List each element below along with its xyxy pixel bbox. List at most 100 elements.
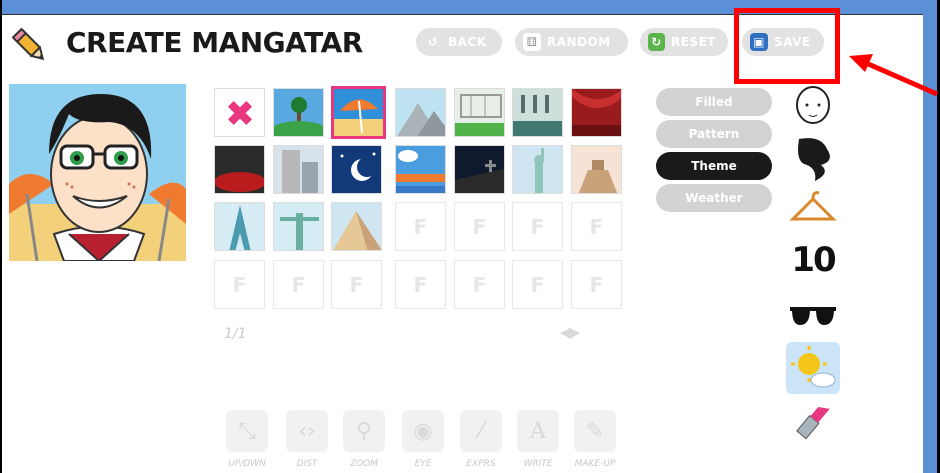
category-filled-label: Filled (695, 95, 733, 109)
theme-kitchen[interactable] (512, 88, 563, 137)
tree-hill-thumbnail (274, 89, 323, 136)
empty-slot-letter: F (232, 272, 247, 297)
theme-christ-redeemer[interactable] (273, 202, 324, 251)
category-weather-label: Weather (685, 191, 743, 205)
empty-slot: F (331, 260, 382, 309)
sunglasses-icon[interactable] (786, 296, 840, 336)
empty-slot-letter: F (349, 272, 364, 297)
avatar-preview (9, 84, 186, 261)
christ-redeemer-thumbnail (274, 203, 323, 250)
mountains-thumbnail (396, 89, 445, 136)
write-icon[interactable]: A (517, 410, 559, 452)
theme-none[interactable] (214, 88, 265, 137)
annotation-arrow-icon (849, 54, 938, 97)
reset-icon: ↻ (648, 33, 666, 51)
empty-slot: F (395, 202, 446, 251)
empty-slot-letter: F (413, 214, 428, 239)
theme-night[interactable] (331, 145, 382, 194)
empty-slot: F (454, 260, 505, 309)
empty-slot-letter: F (291, 272, 306, 297)
distance-icon[interactable]: ‹› (286, 410, 328, 452)
head-icon[interactable] (786, 82, 840, 128)
empty-slot: F (512, 202, 563, 251)
pyramid-thumbnail (332, 203, 381, 250)
empty-slot: F (571, 202, 622, 251)
tool-label-zoom: ZOOM (349, 459, 379, 469)
expression-icon[interactable]: ⁄ (460, 410, 502, 452)
clothes-hanger-icon[interactable] (786, 188, 840, 228)
empty-slot-letter: F (530, 214, 545, 239)
empty-slot: F (395, 260, 446, 309)
empty-slot: F (454, 202, 505, 251)
pencil-icon (11, 27, 45, 61)
random-label: RANDOM (547, 35, 611, 49)
save-highlight-box (734, 8, 840, 84)
tool-label-dist: DIST (296, 459, 318, 469)
theme-tree-hill[interactable] (273, 88, 324, 137)
theme-graveyard[interactable] (454, 145, 505, 194)
dark-room-thumbnail (215, 146, 264, 193)
kitchen-thumbnail (513, 89, 562, 136)
back-label: BACK (448, 35, 487, 49)
previous-page-icon[interactable]: ◂ (560, 320, 571, 345)
tool-label-makeup: MAKE-UP (574, 459, 616, 469)
theme-mountains[interactable] (395, 88, 446, 137)
empty-slot: F (214, 260, 265, 309)
category-pattern[interactable]: Pattern (656, 120, 772, 148)
statue-liberty-thumbnail (513, 146, 562, 193)
weather-background-icon[interactable] (786, 342, 840, 394)
empty-slot: F (571, 260, 622, 309)
resize-icon[interactable]: ⤡ (226, 410, 268, 452)
theme-theater[interactable] (571, 88, 622, 137)
sky-stripes-thumbnail (396, 146, 445, 193)
theme-pyramid-mayan[interactable] (571, 145, 622, 194)
next-page-icon[interactable]: ▸ (569, 320, 580, 345)
theme-statue-liberty[interactable] (512, 145, 563, 194)
eye-icon[interactable]: ◉ (402, 410, 444, 452)
back-button[interactable]: ↺ BACK (416, 28, 502, 56)
tool-label-write: WRITE (523, 459, 553, 469)
night-moon-thumbnail (332, 146, 381, 193)
number-10-icon[interactable]: 10 (786, 238, 840, 282)
city-buildings-thumbnail (274, 146, 323, 193)
category-filled[interactable]: Filled (656, 88, 772, 116)
empty-slot: F (512, 260, 563, 309)
theme-dark-red[interactable] (214, 145, 265, 194)
dice-icon: ⚅ (523, 33, 541, 51)
stadium-thumbnail (455, 89, 504, 136)
category-theme-label: Theme (691, 159, 737, 173)
makeup-icon[interactable]: ✎ (574, 410, 616, 452)
tool-label-exprs: EXPRS (466, 459, 496, 469)
tool-label-updown: UP/DWN (228, 459, 266, 469)
page-indicator: 1/1 (224, 326, 247, 342)
theme-eiffel-tower[interactable] (214, 202, 265, 251)
category-weather[interactable]: Weather (656, 184, 772, 212)
empty-slot-letter: F (589, 214, 604, 239)
graveyard-thumbnail (455, 146, 504, 193)
tool-label-eye: EYE (414, 459, 432, 469)
category-pattern-label: Pattern (688, 127, 740, 141)
empty-slot-letter: F (413, 272, 428, 297)
theme-stadium[interactable] (454, 88, 505, 137)
reset-button[interactable]: ↻ RESET (640, 28, 728, 56)
window-left-border (0, 0, 2, 473)
empty-slot-letter: F (472, 272, 487, 297)
reset-label: RESET (671, 35, 716, 49)
hair-icon[interactable] (786, 134, 840, 184)
remove-x-icon (227, 100, 253, 126)
beach-umbrella-thumbnail (334, 89, 383, 136)
zoom-icon[interactable]: ⚲ (343, 410, 385, 452)
category-theme[interactable]: Theme (656, 152, 772, 180)
theme-city[interactable] (273, 145, 324, 194)
number-10-label: 10 (791, 240, 836, 280)
theme-sky-stripes[interactable] (395, 145, 446, 194)
page-navigation: ◂▸ (560, 320, 580, 345)
eiffel-tower-thumbnail (215, 203, 264, 250)
theme-pyramid[interactable] (331, 202, 382, 251)
empty-slot: F (273, 260, 324, 309)
random-button[interactable]: ⚅ RANDOM (515, 28, 628, 56)
page-title: CREATE MANGATAR (66, 26, 363, 59)
theme-beach[interactable] (331, 86, 386, 139)
lipstick-icon[interactable] (786, 398, 840, 444)
empty-slot-letter: F (589, 272, 604, 297)
